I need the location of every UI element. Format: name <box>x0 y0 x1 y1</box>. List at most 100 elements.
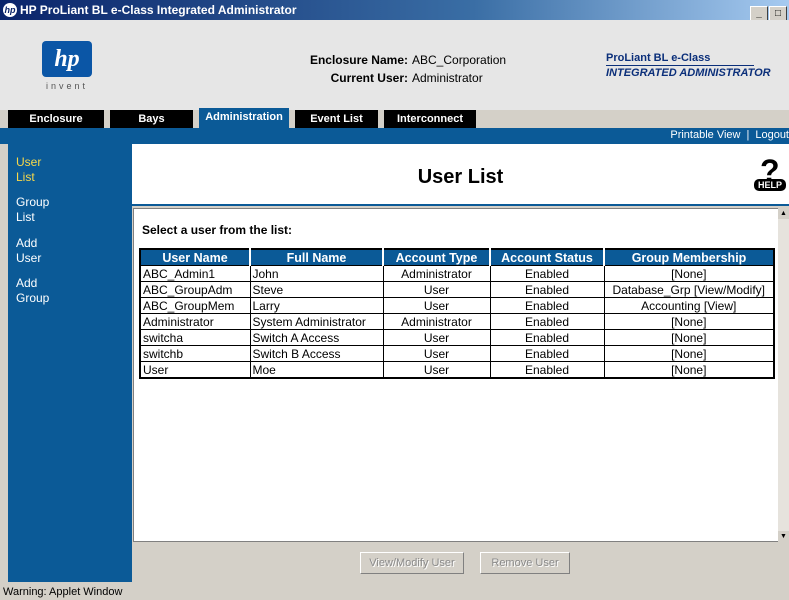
window-titlebar[interactable]: hp HP ProLiant BL e-Class Integrated Admi… <box>0 0 789 22</box>
top-links: Printable View | Logout <box>670 129 789 141</box>
sidebar-item-label: Add <box>16 276 38 290</box>
sidebar-item-label: Group <box>16 291 50 305</box>
cell-full-name: Larry <box>249 297 384 314</box>
cell-group-membership: [None] <box>603 345 775 362</box>
cell-user-name: switchb <box>139 345 251 362</box>
help-button[interactable]: ? HELP <box>754 155 786 196</box>
user-table-body: ABC_Admin1 John Administrator Enabled [None]… <box>139 265 775 379</box>
tab-bays[interactable]: Bays <box>110 110 193 128</box>
select-user-prompt: Select a user from the list: <box>142 223 293 237</box>
tab-event-list[interactable]: Event List <box>295 110 378 128</box>
sidebar-item-label: List <box>16 210 35 224</box>
sidebar: User List Group List Add User Add Group <box>8 144 132 582</box>
table-row[interactable]: ABC_Admin1 John Administrator Enabled [None] <box>139 265 775 282</box>
cell-user-name: ABC_GroupAdm <box>139 281 251 298</box>
cell-full-name: John <box>249 265 384 282</box>
cell-user-name: Administrator <box>139 313 251 330</box>
sidebar-item-label: User <box>16 251 42 265</box>
page-title-area: User List ? HELP <box>132 144 789 206</box>
scroll-down-arrow-icon[interactable]: ▼ <box>778 531 789 542</box>
sidebar-item-add-user[interactable]: Add User <box>8 236 41 266</box>
enclosure-name-value: ABC_Corporation <box>412 53 507 67</box>
cell-full-name: Switch B Access <box>249 345 384 362</box>
table-row[interactable]: switcha Switch A Access User Enabled [None] <box>139 329 775 346</box>
cell-account-type: User <box>382 345 491 362</box>
column-header-user-name[interactable]: User Name <box>140 249 250 266</box>
cell-full-name: Steve <box>249 281 384 298</box>
link-separator: | <box>746 129 750 141</box>
view-modify-user-button[interactable]: View/Modify User <box>360 552 464 574</box>
user-table: User Name Full Name Account Type Account… <box>139 248 775 379</box>
status-bar: Warning: Applet Window <box>0 585 789 600</box>
cell-full-name: Moe <box>249 361 384 379</box>
hp-logo: hp invent <box>35 41 99 93</box>
cell-account-status: Enabled <box>489 345 605 362</box>
cell-account-type: User <box>382 281 491 298</box>
scroll-up-arrow-icon[interactable]: ▲ <box>778 208 789 219</box>
current-user-label: Current User: <box>330 71 408 85</box>
sidebar-item-label: User <box>16 155 42 169</box>
logout-link[interactable]: Logout <box>755 129 789 141</box>
remove-user-button[interactable]: Remove User <box>480 552 570 574</box>
cell-account-type: Administrator <box>382 313 491 330</box>
sub-navigation-bar: Printable View | Logout <box>0 128 789 144</box>
hp-logo-icon: hp <box>3 3 17 17</box>
help-label: HELP <box>754 179 786 191</box>
table-row[interactable]: switchb Switch B Access User Enabled [None] <box>139 345 775 362</box>
table-row[interactable]: Administrator System Administrator Adminis… <box>139 313 775 330</box>
cell-account-type: User <box>382 329 491 346</box>
cell-user-name: User <box>139 361 251 379</box>
current-user-value: Administrator <box>412 71 483 85</box>
column-header-full-name[interactable]: Full Name <box>249 249 383 266</box>
tab-administration[interactable]: Administration <box>199 108 289 128</box>
column-header-account-status[interactable]: Account Status <box>489 249 604 266</box>
enclosure-name-label: Enclosure Name: <box>309 53 408 67</box>
brand-line-1: ProLiant BL e-Class <box>606 52 754 66</box>
cell-group-membership: [None] <box>603 361 775 379</box>
cell-group-membership: [None] <box>603 329 775 346</box>
column-header-group-membership[interactable]: Group Membership <box>603 249 774 266</box>
sidebar-item-label: List <box>16 170 35 184</box>
table-header-row: User Name Full Name Account Type Account… <box>140 249 774 266</box>
sidebar-item-add-group[interactable]: Add Group <box>8 276 49 306</box>
cell-account-status: Enabled <box>489 297 605 314</box>
window-title: HP ProLiant BL e-Class Integrated Admini… <box>20 3 297 17</box>
cell-account-type: Administrator <box>382 265 491 282</box>
table-row[interactable]: ABC_GroupMem Larry User Enabled Accounting [… <box>139 297 775 314</box>
sidebar-item-user-list[interactable]: User List <box>8 155 41 185</box>
main-tabs: Enclosure Bays Administration Event List… <box>0 108 789 128</box>
cell-user-name: switcha <box>139 329 251 346</box>
cell-account-status: Enabled <box>489 265 605 282</box>
status-text: Warning: Applet Window <box>3 586 123 598</box>
window-controls: _ □ <box>749 2 787 22</box>
cell-account-type: User <box>382 361 491 379</box>
sidebar-item-group-list[interactable]: Group List <box>8 195 49 225</box>
hp-logo-icon: hp <box>42 41 92 77</box>
tab-enclosure[interactable]: Enclosure <box>8 110 104 128</box>
main-content: User List ? HELP Select a user from the … <box>132 144 789 582</box>
cell-group-membership: [None] <box>603 265 775 282</box>
cell-group-membership: Accounting [View] <box>603 297 775 314</box>
user-list-pane: Select a user from the list: User Name F… <box>133 208 778 542</box>
action-bar: View/Modify User Remove User <box>132 542 789 582</box>
cell-group-membership: [None] <box>603 313 775 330</box>
table-row[interactable]: User Moe User Enabled [None] <box>139 361 775 379</box>
cell-user-name: ABC_GroupMem <box>139 297 251 314</box>
cell-full-name: System Administrator <box>249 313 384 330</box>
sidebar-item-label: Add <box>16 236 38 250</box>
cell-account-type: User <box>382 297 491 314</box>
tab-interconnect[interactable]: Interconnect <box>384 110 476 128</box>
cell-user-name: ABC_Admin1 <box>139 265 251 282</box>
cell-group-membership: Database_Grp [View/Modify] <box>603 281 775 298</box>
logo-tagline: invent <box>45 81 89 91</box>
brand-line-2: INTEGRATED ADMINISTRATOR <box>606 67 771 79</box>
cell-account-status: Enabled <box>489 329 605 346</box>
cell-account-status: Enabled <box>489 361 605 379</box>
vertical-scrollbar[interactable]: ▲ ▼ <box>778 208 789 542</box>
column-header-account-type[interactable]: Account Type <box>382 249 490 266</box>
printable-view-link[interactable]: Printable View <box>670 129 740 141</box>
table-row[interactable]: ABC_GroupAdm Steve User Enabled Database_Grp… <box>139 281 775 298</box>
page-title: User List <box>417 166 504 188</box>
cell-account-status: Enabled <box>489 313 605 330</box>
title-divider <box>132 204 789 206</box>
